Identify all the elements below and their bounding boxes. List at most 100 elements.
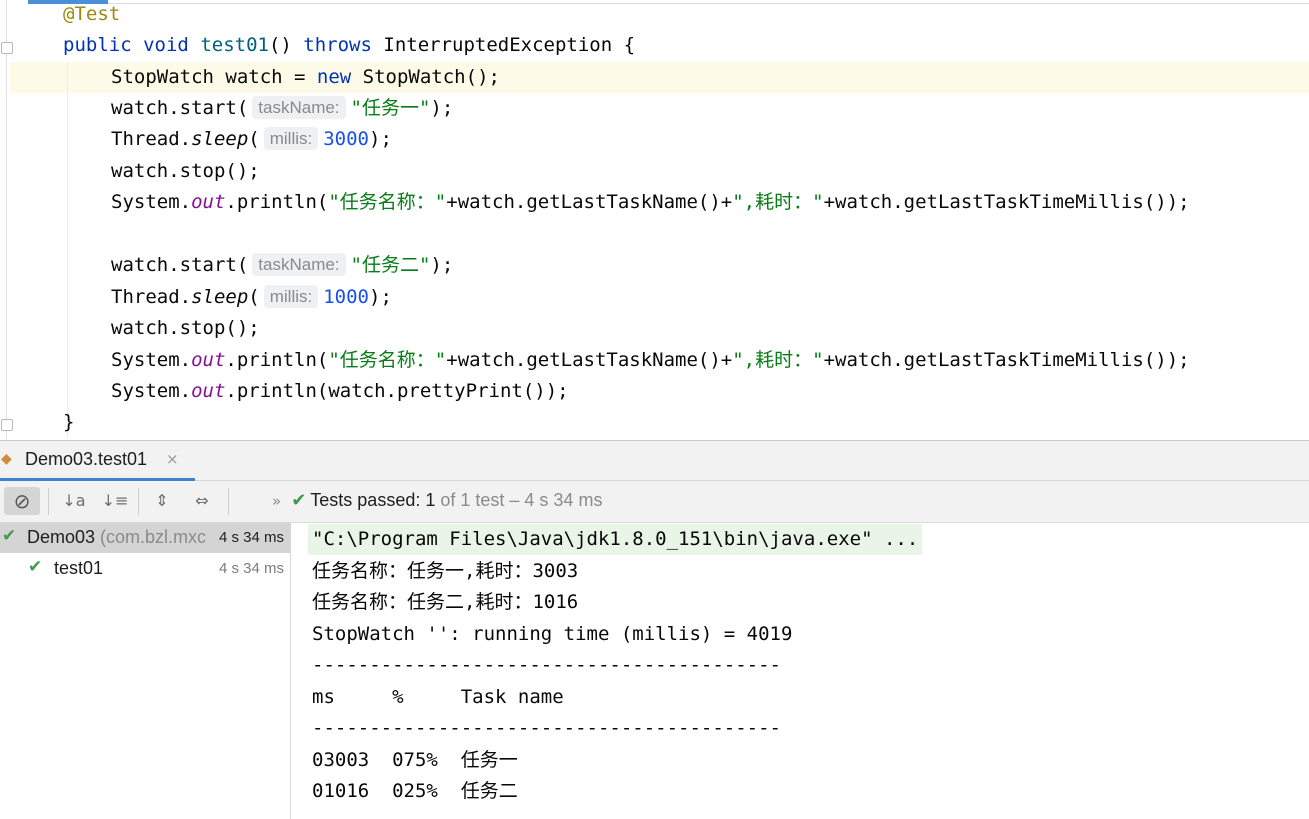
code-token: ); <box>430 254 454 276</box>
code-line[interactable]: System.out.println("任务名称："+watch.getLast… <box>63 187 1190 218</box>
console-line: 任务名称：任务二,耗时：1016 <box>312 591 579 613</box>
console-line: 01016 025% 任务二 <box>312 780 518 802</box>
collapse-all-icon[interactable]: ⇔ <box>188 487 216 515</box>
close-tab-icon[interactable]: × <box>166 450 179 468</box>
code-line[interactable]: watch.start(taskName: "任务一"); <box>63 93 453 124</box>
code-token: System. <box>111 380 192 402</box>
test-status: » ✔ Tests passed: 1 of 1 test – 4 s 34 ms <box>272 490 602 511</box>
static-method-token: sleep <box>191 286 249 308</box>
test-runner-toolbar: ⊘ ↓a ↓≡ ⇕ ⇔ » ✔ Tests passed: 1 of 1 test … <box>0 481 1309 523</box>
code-token: .println(watch.prettyPrint()); <box>225 380 569 402</box>
sort-duration-icon[interactable]: ↓≡ <box>101 487 129 515</box>
console-line: 任务名称：任务一,耗时：3003 <box>312 560 579 582</box>
code-token: .println( <box>225 191 329 213</box>
parameter-hint: millis: <box>263 285 319 308</box>
annotation-token: @Test <box>63 3 121 25</box>
code-token: () <box>268 34 292 56</box>
test-tree-node-method[interactable]: ✔ test01 4 s 34 ms <box>0 554 290 584</box>
stop-icon[interactable]: ⊘ <box>4 487 40 515</box>
static-field-token: out <box>191 191 226 213</box>
more-actions-icon[interactable]: » <box>272 492 281 510</box>
code-line[interactable]: @Test <box>63 0 120 30</box>
test-package-name: (com.bzl.mxc <box>95 527 207 547</box>
code-token: ( <box>248 128 260 150</box>
fold-marker-icon[interactable] <box>1 419 13 431</box>
toolbar-separator <box>138 488 139 515</box>
static-field-token: out <box>191 349 226 371</box>
code-editor[interactable]: @Test public void test01() throws Interr… <box>0 0 1309 440</box>
code-token: Thread. <box>111 286 192 308</box>
method-name-token: test01 <box>200 34 269 56</box>
number-token: 3000 <box>323 128 369 150</box>
code-token: Thread. <box>111 128 192 150</box>
editor-top-strip <box>0 0 1309 5</box>
code-line[interactable]: watch.stop(); <box>63 313 260 344</box>
code-line[interactable]: System.out.println(watch.prettyPrint()); <box>63 376 569 407</box>
expand-all-icon[interactable]: ⇕ <box>148 487 176 515</box>
code-token: ); <box>369 128 392 150</box>
code-token: watch.start( <box>111 254 249 276</box>
test-class-name: Demo03 <box>27 527 96 547</box>
code-line[interactable]: Thread.sleep(millis: 3000); <box>63 124 392 155</box>
code-token: +watch.getLastTaskName()+ <box>446 191 733 213</box>
string-token: "任务名称：" <box>328 191 447 213</box>
editor-gutter <box>6 0 7 440</box>
keyword-token: new <box>316 66 352 88</box>
code-line[interactable]: watch.stop(); <box>63 156 260 187</box>
toolbar-separator <box>48 488 49 515</box>
parameter-hint: millis: <box>263 127 319 150</box>
console-line: ----------------------------------------… <box>312 717 781 739</box>
code-line[interactable]: System.out.println("任务名称："+watch.getLast… <box>63 345 1190 376</box>
static-field-token: out <box>191 380 226 402</box>
console-line: ms % Task name <box>312 686 564 708</box>
passed-check-icon: ✔ <box>28 557 43 577</box>
keyword-token: throws <box>303 34 372 56</box>
code-token: +watch.getLastTaskTimeMillis()); <box>823 349 1190 371</box>
code-line[interactable]: StopWatch watch = new StopWatch(); <box>63 62 500 93</box>
console-command-line[interactable]: "C:\Program Files\Java\jdk1.8.0_151\bin\… <box>308 524 923 555</box>
code-token: watch.stop(); <box>111 317 260 339</box>
code-line[interactable]: Thread.sleep(millis: 1000); <box>63 282 392 313</box>
test-duration: 4 s 34 ms <box>218 529 284 546</box>
number-token: 1000 <box>323 286 369 308</box>
run-tab-bar: ◆ Demo03.test01 × <box>0 441 1309 481</box>
run-tab-label: Demo03.test01 <box>25 449 148 469</box>
code-token: watch.stop(); <box>111 160 260 182</box>
parameter-hint: taskName: <box>252 96 346 119</box>
run-tool-window: ◆ Demo03.test01 × ⊘ ↓a ↓≡ ⇕ ⇔ » ✔ Tests pa… <box>0 440 1309 819</box>
console-output[interactable]: "C:\Program Files\Java\jdk1.8.0_151\bin\… <box>291 523 1309 819</box>
code-token: StopWatch watch = <box>111 66 317 88</box>
code-token: ); <box>369 286 392 308</box>
code-token: InterruptedException { <box>383 34 636 56</box>
fold-marker-icon[interactable] <box>1 42 13 54</box>
test-node-label: Demo03 (com.bzl.mxc <box>27 527 206 548</box>
string-token: ",耗时：" <box>732 191 824 213</box>
console-line: StopWatch '': running time (millis) = 40… <box>312 623 793 645</box>
code-line[interactable]: watch.start(taskName: "任务二"); <box>63 250 453 281</box>
status-count: 1 <box>425 490 436 510</box>
code-token: ); <box>430 97 454 119</box>
string-token: "任务名称：" <box>328 349 447 371</box>
passed-check-icon: ✔ <box>2 526 17 546</box>
run-tab[interactable]: ◆ Demo03.test01 × <box>0 441 195 481</box>
status-detail: of 1 test – 4 s 34 ms <box>435 490 603 510</box>
test-method-name: test01 <box>54 558 104 578</box>
code-line[interactable]: } <box>63 407 74 438</box>
code-token: StopWatch(); <box>351 66 500 88</box>
console-line: ----------------------------------------… <box>312 654 781 676</box>
code-token: .println( <box>225 349 329 371</box>
code-token: watch.start( <box>111 97 249 119</box>
keyword-token: void <box>143 34 189 56</box>
check-icon: ✔ <box>291 490 307 511</box>
keyword-token: public <box>63 34 132 56</box>
test-duration: 4 s 34 ms <box>218 560 284 577</box>
code-token: System. <box>111 191 192 213</box>
code-token: +watch.getLastTaskTimeMillis()); <box>823 191 1190 213</box>
test-tree: ✔ Demo03 (com.bzl.mxc 4 s 34 ms ✔ test01… <box>0 523 291 819</box>
string-token: "任务一" <box>350 97 431 119</box>
sort-alpha-icon[interactable]: ↓a <box>60 487 88 515</box>
static-method-token: sleep <box>191 128 249 150</box>
code-line[interactable]: public void test01() throws InterruptedE… <box>63 30 635 61</box>
code-token: } <box>63 411 75 433</box>
test-tree-node-class[interactable]: ✔ Demo03 (com.bzl.mxc 4 s 34 ms <box>0 523 290 553</box>
